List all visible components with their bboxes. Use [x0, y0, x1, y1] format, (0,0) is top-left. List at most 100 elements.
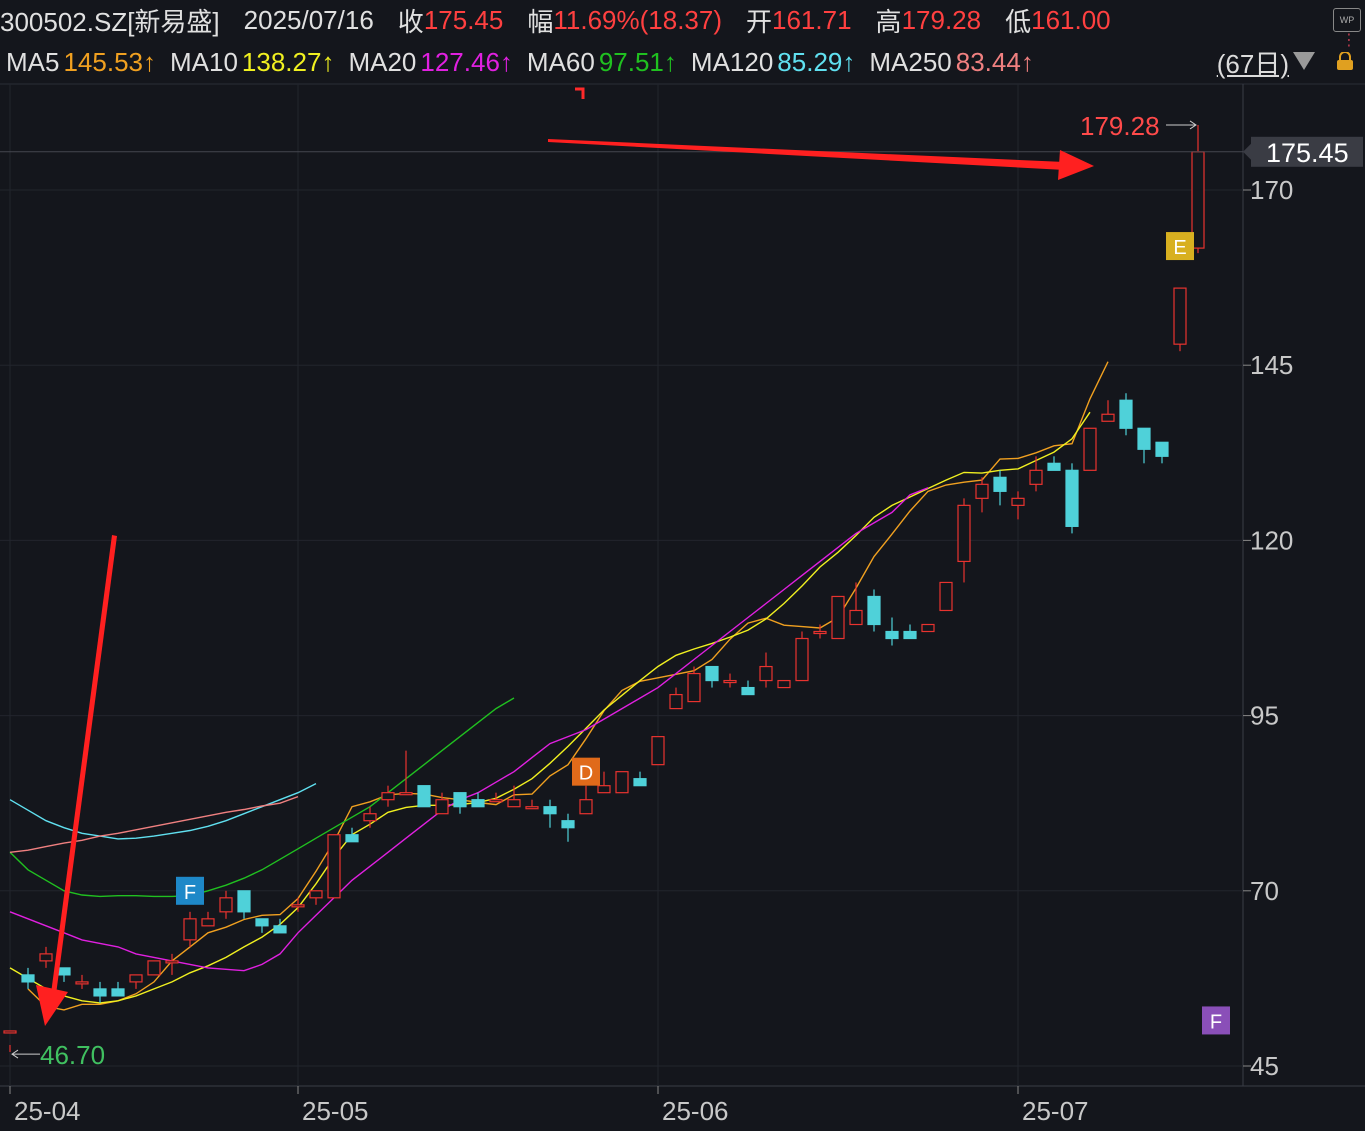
candle: [1083, 427, 1097, 471]
y-tick-label: 70: [1250, 876, 1279, 906]
candle-body: [993, 476, 1007, 492]
candle: [507, 785, 521, 808]
candle: [669, 687, 683, 710]
candle: [867, 589, 881, 632]
candle: [993, 470, 1007, 506]
candle-body: [453, 792, 467, 808]
candle: [39, 946, 53, 968]
candle: [957, 498, 971, 583]
candle-body: [345, 834, 359, 843]
candle-body: [471, 799, 485, 808]
candle-body: [957, 504, 971, 563]
candle-body: [975, 483, 989, 499]
candle-body: [1029, 469, 1043, 485]
candle-body: [903, 630, 917, 640]
candle: [57, 967, 71, 982]
candle-body: [435, 799, 449, 815]
moving-averages: [9, 361, 1109, 1011]
candle: [417, 785, 431, 808]
candle-body: [417, 785, 431, 808]
candle-body: [201, 918, 215, 927]
last-price-label: 175.45: [1266, 138, 1349, 168]
candle-body: [363, 813, 377, 822]
y-tick-label: 45: [1250, 1051, 1279, 1081]
candle-body: [795, 637, 809, 682]
candle-body: [165, 960, 179, 964]
candle: [291, 897, 305, 912]
y-tick-label: 170: [1250, 175, 1293, 205]
candle-body: [705, 665, 719, 682]
candle: [453, 792, 467, 814]
candle-body: [759, 665, 773, 682]
candle: [183, 911, 197, 947]
candle: [255, 918, 269, 933]
candle: [849, 582, 863, 626]
candle-body: [147, 960, 161, 976]
candle: [111, 981, 125, 997]
candle: [633, 771, 647, 787]
candle-body: [1119, 399, 1133, 429]
candle-body: [129, 974, 143, 983]
candle-body: [1047, 462, 1061, 471]
candle: [93, 981, 107, 1003]
candle: [1029, 456, 1043, 492]
candle-body: [21, 974, 35, 983]
high-label: 179.28: [1080, 111, 1160, 141]
x-tick-label: 25-07: [1022, 1096, 1089, 1126]
annotation-arrow-right-head: [1058, 150, 1094, 180]
event-marker-label: F: [1210, 1011, 1222, 1033]
candle-body: [3, 1030, 17, 1034]
candle-body: [777, 679, 791, 689]
candle: [543, 799, 557, 828]
candle: [129, 974, 143, 989]
candle: [1155, 441, 1169, 464]
candles: [3, 124, 1205, 1052]
candle: [345, 827, 359, 843]
candle-body: [255, 918, 269, 927]
event-marker-label: F: [184, 882, 196, 904]
annotation-arrow-down-shaft: [50, 535, 117, 1002]
candle-body: [1065, 469, 1079, 527]
annotation-arrow-down-head: [36, 985, 68, 1026]
candle: [1011, 491, 1025, 520]
candle: [759, 652, 773, 688]
candle-body: [813, 630, 827, 635]
axes: 45 70 95 120 145 170 25-04 25-05 25-06 25-07: [9, 175, 1293, 1126]
candle-body: [399, 792, 413, 796]
candle-body: [1155, 441, 1169, 457]
candle: [723, 673, 737, 688]
x-tick-label: 25-04: [14, 1096, 81, 1126]
candle-body: [507, 799, 521, 808]
candle-body: [867, 595, 881, 626]
candle: [147, 960, 161, 976]
ma-line-ma120: [9, 782, 317, 840]
candle-body: [543, 806, 557, 815]
small-red-tick: [575, 87, 585, 99]
candle-body: [75, 981, 89, 985]
candle: [399, 750, 413, 796]
candle-body: [831, 595, 845, 640]
ma-line-ma10: [9, 411, 1091, 1004]
candle: [1065, 463, 1079, 534]
candle: [21, 967, 35, 989]
candle-body: [291, 904, 305, 908]
candle: [939, 581, 953, 612]
candle: [813, 624, 827, 639]
kline-chart[interactable]: 175.45 179.28 46.70 F D E F 45 70 95 120 145 170 25-…: [0, 0, 1365, 1131]
candle-body: [183, 918, 197, 941]
candle-body: [273, 925, 287, 934]
low-label: 46.70: [40, 1040, 105, 1070]
candle: [777, 679, 791, 689]
candle-body: [921, 623, 935, 633]
candle-body: [39, 953, 53, 962]
candle-body: [633, 778, 647, 787]
candle: [795, 631, 809, 682]
candle-body: [381, 792, 395, 801]
candle-body: [57, 967, 71, 976]
candle: [219, 890, 233, 919]
candle-body: [651, 736, 665, 766]
candle: [1119, 393, 1133, 436]
candle-body: [489, 799, 503, 803]
candle-body: [939, 581, 953, 612]
candle-body: [561, 820, 575, 829]
